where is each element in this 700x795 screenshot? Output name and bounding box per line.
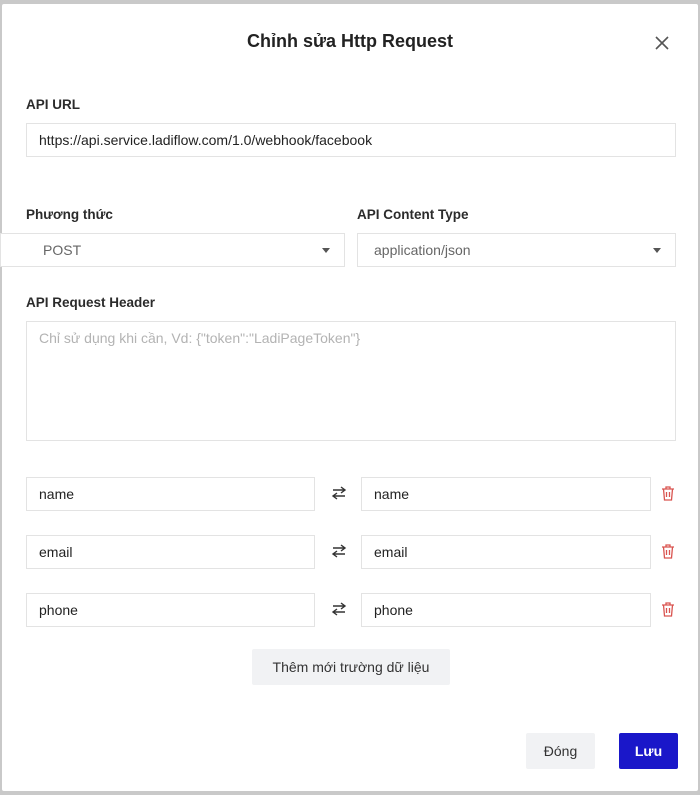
- chevron-down-icon: [653, 248, 661, 253]
- target-field-input[interactable]: name: [361, 477, 651, 511]
- trash-icon[interactable]: [661, 544, 675, 559]
- source-field-input[interactable]: phone: [26, 593, 315, 627]
- trash-icon[interactable]: [661, 486, 675, 501]
- add-field-button[interactable]: Thêm mới trường dữ liệu: [252, 649, 450, 685]
- request-header-label: API Request Header: [26, 295, 156, 310]
- method-select[interactable]: POST: [0, 233, 345, 267]
- method-selected-value: POST: [43, 242, 82, 258]
- content-type-select[interactable]: application/json: [357, 233, 676, 267]
- dialog-title: Chỉnh sửa Http Request: [246, 31, 454, 51]
- save-button[interactable]: Lưu: [619, 733, 678, 769]
- swap-icon[interactable]: [331, 486, 347, 500]
- swap-icon[interactable]: [331, 602, 347, 616]
- target-field-input[interactable]: email: [361, 535, 651, 569]
- chevron-down-icon: [322, 248, 330, 253]
- source-field-input[interactable]: name: [26, 477, 315, 511]
- request-header-textarea[interactable]: Chỉ sử dụng khi cần, Vd: {"token":"LadiP…: [26, 321, 676, 441]
- api-url-label: API URL: [26, 97, 80, 112]
- content-type-selected-value: application/json: [374, 242, 471, 258]
- edit-http-request-dialog: Chỉnh sửa Http Request API URL https://a…: [0, 4, 698, 791]
- trash-icon[interactable]: [661, 602, 675, 617]
- api-url-input[interactable]: https://api.service.ladiflow.com/1.0/web…: [26, 123, 676, 157]
- swap-icon[interactable]: [331, 544, 347, 558]
- target-field-input[interactable]: phone: [361, 593, 651, 627]
- close-icon[interactable]: [652, 33, 672, 53]
- close-button[interactable]: Đóng: [526, 733, 595, 769]
- method-label: Phương thức: [26, 207, 113, 222]
- source-field-input[interactable]: email: [26, 535, 315, 569]
- content-type-label: API Content Type: [357, 207, 469, 222]
